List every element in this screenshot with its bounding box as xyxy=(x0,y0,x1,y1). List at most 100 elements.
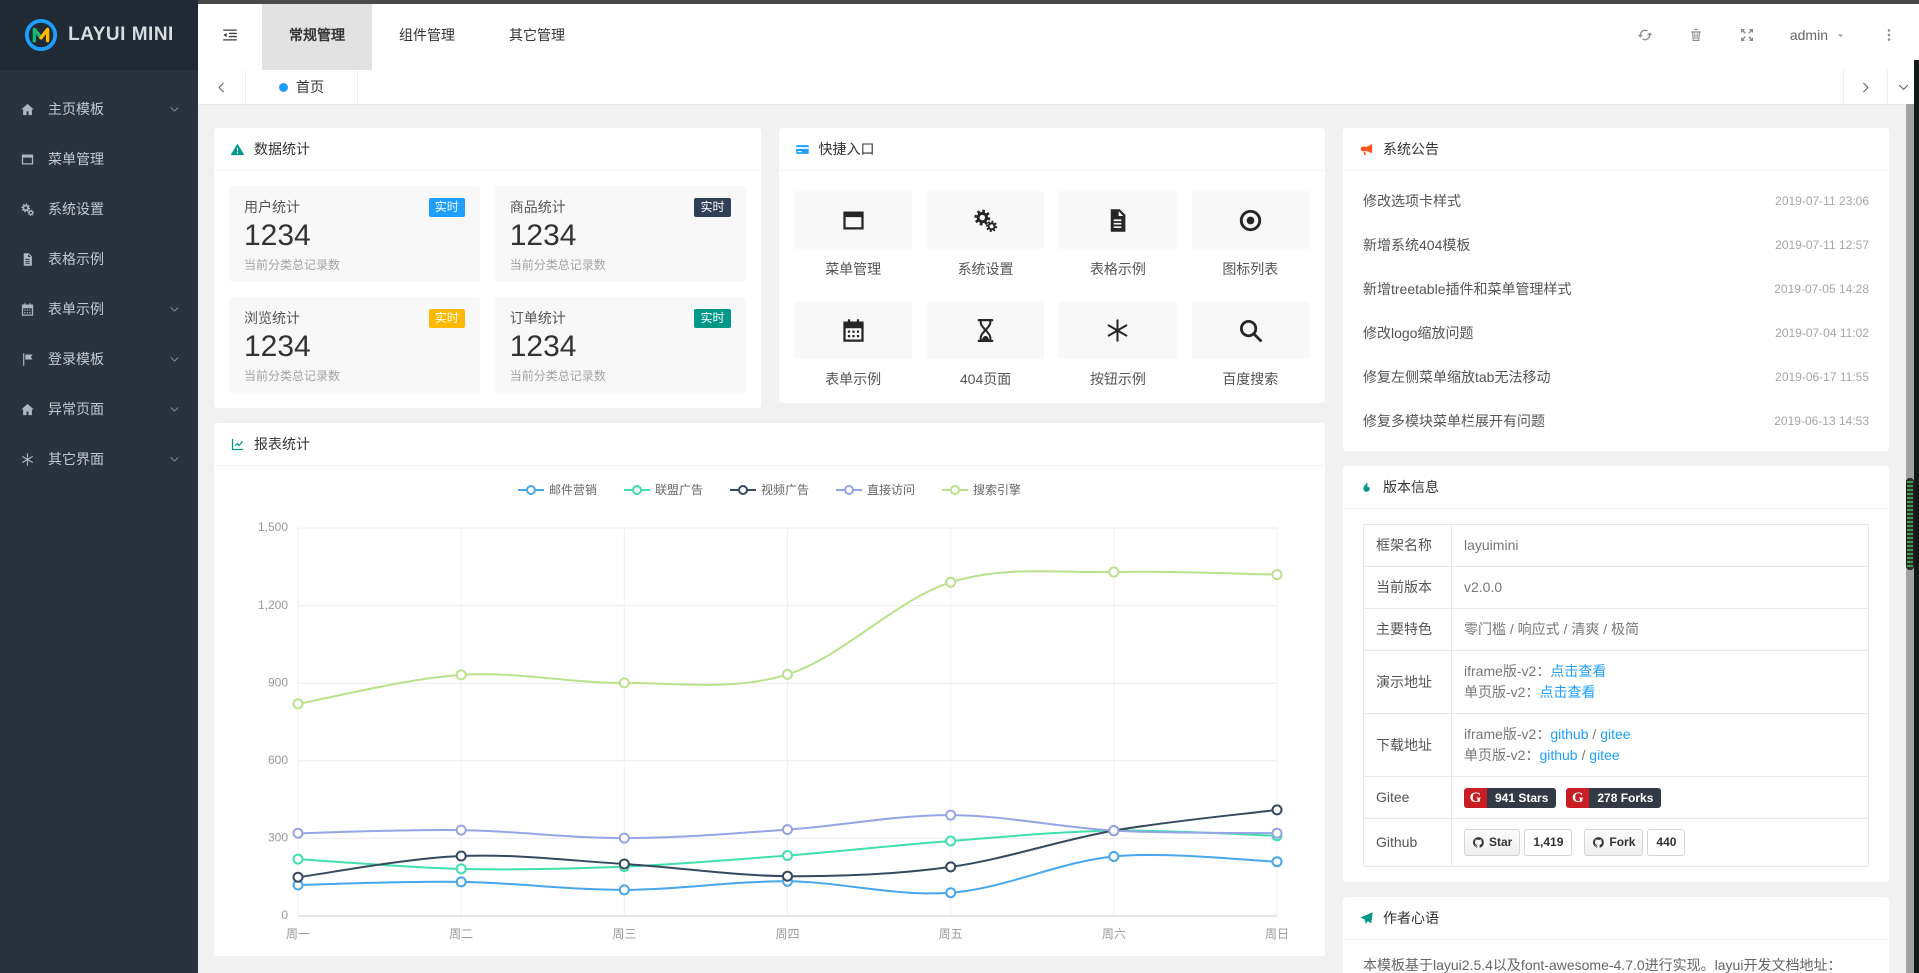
status-badge: 实时 xyxy=(694,309,730,328)
legend-item-搜索引擎[interactable]: 搜索引擎 xyxy=(942,481,1021,498)
active-tab-dot xyxy=(279,83,288,92)
module-tab-组件管理[interactable]: 组件管理 xyxy=(372,0,482,70)
sidebar-item-表格示例[interactable]: 表格示例 xyxy=(0,234,198,284)
svg-text:周六: 周六 xyxy=(1102,927,1126,941)
quick-entry-label: 系统设置 xyxy=(927,259,1044,279)
file-icon xyxy=(20,252,39,267)
link-点击查看[interactable]: 点击查看 xyxy=(1539,684,1595,700)
link-github[interactable]: github xyxy=(1539,747,1577,763)
link-点击查看[interactable]: 点击查看 xyxy=(1550,663,1606,679)
version-row-label: 框架名称 xyxy=(1364,525,1452,567)
notice-text: 新增treetable插件和菜单管理样式 xyxy=(1363,279,1571,299)
home-icon xyxy=(20,402,39,417)
gitee-badge[interactable]: G278 Forks xyxy=(1566,788,1661,808)
quick-entry-表单示例[interactable]: 表单示例 xyxy=(795,301,912,389)
quick-entry-label: 按钮示例 xyxy=(1059,369,1176,389)
notice-item[interactable]: 新增系统404模板 2019-07-11 12:57 xyxy=(1363,223,1869,267)
chart-legend: 邮件营销 联盟广告 视频广告 直接访问 搜索引擎 xyxy=(214,466,1325,500)
clear-cache-icon[interactable] xyxy=(1688,27,1704,43)
scrollbar-thumb[interactable] xyxy=(1906,478,1914,570)
quick-entry-表格示例[interactable]: 表格示例 xyxy=(1059,191,1176,279)
notice-item[interactable]: 修复多模块菜单栏展开有问题 2019-06-13 14:53 xyxy=(1363,399,1869,443)
collapse-sidebar-button[interactable] xyxy=(198,0,262,70)
gitee-badge[interactable]: G941 Stars xyxy=(1464,788,1556,808)
quick-entry-label: 表单示例 xyxy=(795,369,912,389)
version-row-value: iframe版-v2：github / gitee单页版-v2：github /… xyxy=(1452,714,1869,777)
stat-box-商品统计: 商品统计 实时 1234 当前分类总记录数 xyxy=(495,186,746,282)
notice-date: 2019-07-11 23:06 xyxy=(1775,194,1869,208)
sidebar-item-系统设置[interactable]: 系统设置 xyxy=(0,184,198,234)
legend-item-视频广告[interactable]: 视频广告 xyxy=(730,481,809,498)
stat-sub: 当前分类总记录数 xyxy=(244,367,465,384)
refresh-icon[interactable] xyxy=(1637,27,1653,43)
stat-label: 用户统计 xyxy=(244,197,300,217)
stats-card-title: 数据统计 xyxy=(254,139,310,159)
stat-box-用户统计: 用户统计 实时 1234 当前分类总记录数 xyxy=(229,186,480,282)
legend-item-邮件营销[interactable]: 邮件营销 xyxy=(518,481,597,498)
link-github[interactable]: github xyxy=(1550,726,1588,742)
sidebar-item-异常页面[interactable]: 异常页面 xyxy=(0,384,198,434)
sidebar-item-菜单管理[interactable]: 菜单管理 xyxy=(0,134,198,184)
version-card-header: 版本信息 xyxy=(1343,466,1889,509)
quick-entry-菜单管理[interactable]: 菜单管理 xyxy=(795,191,912,279)
user-dropdown[interactable]: admin xyxy=(1790,27,1846,43)
module-tab-常规管理[interactable]: 常规管理 xyxy=(262,0,372,70)
page-tab-首页[interactable]: 首页 xyxy=(246,70,358,104)
logo[interactable]: LAYUI MINI xyxy=(0,0,198,70)
tabs-scroll-left-button[interactable] xyxy=(198,70,246,104)
line-chart-icon xyxy=(230,437,245,452)
svg-text:300: 300 xyxy=(268,831,288,845)
version-row-value: 零门槛 / 响应式 / 清爽 / 极简 xyxy=(1452,609,1869,651)
bullhorn-icon xyxy=(1359,142,1374,157)
notice-item[interactable]: 修改logo缩放问题 2019-07-04 11:02 xyxy=(1363,311,1869,355)
more-menu-icon[interactable] xyxy=(1881,27,1897,43)
legend-item-联盟广告[interactable]: 联盟广告 xyxy=(624,481,703,498)
quick-entry-404页面[interactable]: 404页面 xyxy=(927,301,1044,389)
sidebar-item-label: 系统设置 xyxy=(48,199,180,219)
notice-card: 系统公告 修改选项卡样式 2019-07-11 23:06新增系统404模板 2… xyxy=(1343,128,1889,451)
github-badge[interactable]: Fork440 xyxy=(1584,829,1685,856)
link-gitee[interactable]: gitee xyxy=(1589,747,1619,763)
user-name: admin xyxy=(1790,27,1828,43)
quick-entry-按钮示例[interactable]: 按钮示例 xyxy=(1059,301,1176,389)
quick-entry-图标列表[interactable]: 图标列表 xyxy=(1192,191,1309,279)
legend-item-直接访问[interactable]: 直接访问 xyxy=(836,481,915,498)
svg-text:900: 900 xyxy=(268,675,288,689)
sidebar-item-主页模板[interactable]: 主页模板 xyxy=(0,84,198,134)
quick-entry-系统设置[interactable]: 系统设置 xyxy=(927,191,1044,279)
quick-entry-百度搜索[interactable]: 百度搜索 xyxy=(1192,301,1309,389)
github-badge[interactable]: Star1,419 xyxy=(1464,829,1572,856)
stat-box-订单统计: 订单统计 实时 1234 当前分类总记录数 xyxy=(495,297,746,393)
search-icon xyxy=(1192,301,1309,359)
line-chart-svg: 03006009001,2001,500周一周二周三周四周五周六周日 xyxy=(230,504,1309,956)
main-area: 常规管理组件管理其它管理 admin 首页 xyxy=(198,0,1919,973)
sidebar-item-表单示例[interactable]: 表单示例 xyxy=(0,284,198,334)
stat-value: 1234 xyxy=(244,218,465,254)
github-count: 1,419 xyxy=(1524,829,1572,856)
version-row-当前版本: 当前版本v2.0.0 xyxy=(1364,567,1869,609)
page-scrollbar[interactable] xyxy=(1906,104,1914,973)
sidebar-item-其它界面[interactable]: 其它界面 xyxy=(0,434,198,484)
stat-sub: 当前分类总记录数 xyxy=(510,367,731,384)
notice-item[interactable]: 新增treetable插件和菜单管理样式 2019-07-05 14:28 xyxy=(1363,267,1869,311)
notice-item[interactable]: 修改选项卡样式 2019-07-11 23:06 xyxy=(1363,179,1869,223)
notice-date: 2019-07-11 12:57 xyxy=(1775,238,1869,252)
legend-label: 直接访问 xyxy=(867,481,915,498)
sidebar-item-label: 异常页面 xyxy=(48,399,169,419)
version-row-label: Github xyxy=(1364,819,1452,867)
notice-item[interactable]: 修复左侧菜单缩放tab无法移动 2019-06-17 11:55 xyxy=(1363,355,1869,399)
chevron-down-icon xyxy=(169,354,180,365)
notice-text: 修改logo缩放问题 xyxy=(1363,323,1473,343)
legend-label: 联盟广告 xyxy=(655,481,703,498)
notice-text: 修复左侧菜单缩放tab无法移动 xyxy=(1363,367,1550,387)
tabs-scroll-right-button[interactable] xyxy=(1843,70,1887,104)
link-gitee[interactable]: gitee xyxy=(1600,726,1630,742)
quick-entry-label: 百度搜索 xyxy=(1192,369,1309,389)
module-tab-其它管理[interactable]: 其它管理 xyxy=(482,0,592,70)
sidebar-item-登录模板[interactable]: 登录模板 xyxy=(0,334,198,384)
content: 数据统计 用户统计 实时 1234 当前分类总记录数商品统计 实时 1234 当… xyxy=(198,105,1919,973)
quick-entry-label: 404页面 xyxy=(927,369,1044,389)
fullscreen-icon[interactable] xyxy=(1739,27,1755,43)
notice-card-title: 系统公告 xyxy=(1383,139,1439,159)
svg-text:周二: 周二 xyxy=(449,927,473,941)
